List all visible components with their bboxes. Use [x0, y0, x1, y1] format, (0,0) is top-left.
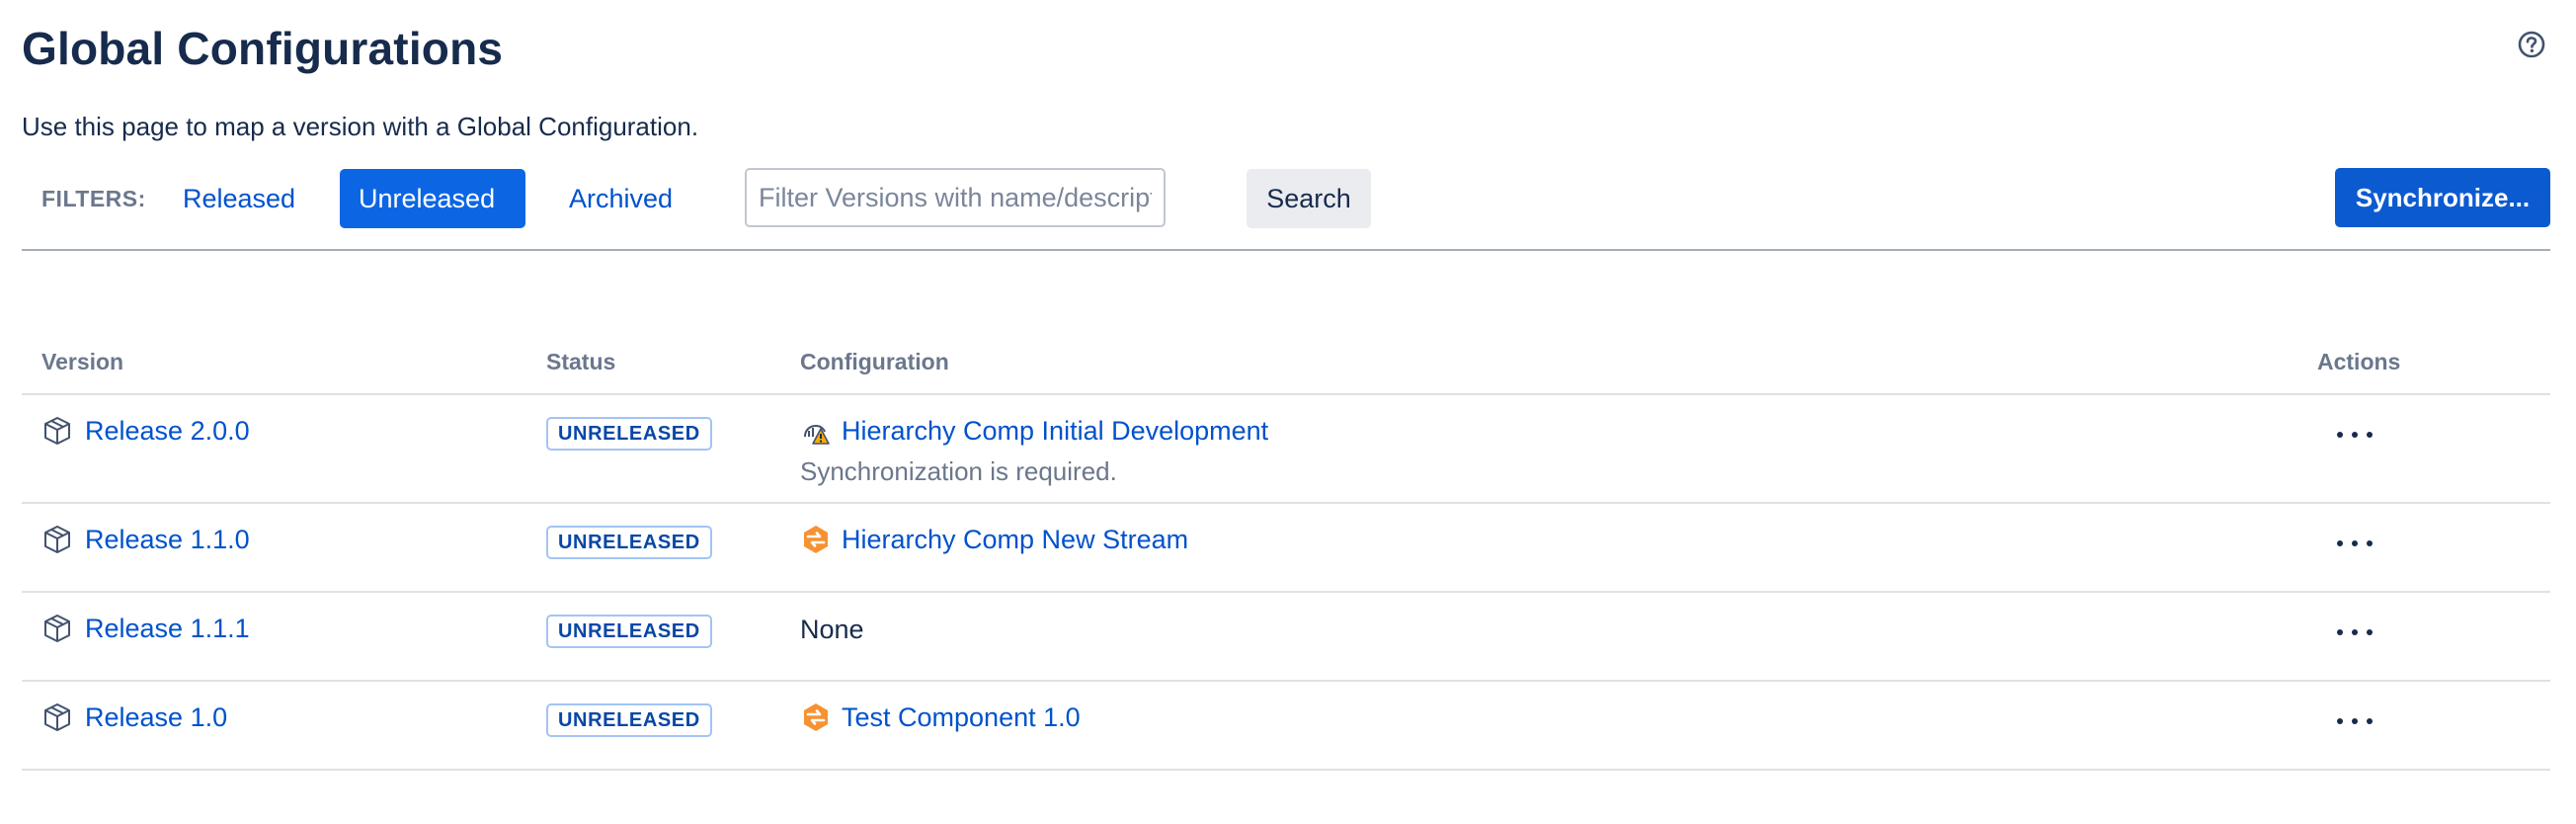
- question-circle-icon[interactable]: [2517, 30, 2546, 59]
- version-link[interactable]: Release 1.1.1: [41, 613, 250, 644]
- configuration-link[interactable]: Hierarchy Comp New Stream: [800, 524, 1188, 555]
- column-header-version[interactable]: Version: [41, 349, 123, 375]
- sync-required-note: Synchronization is required.: [800, 456, 1117, 486]
- more-icon[interactable]: [2337, 711, 2373, 731]
- status-badge: UNRELEASED: [546, 615, 712, 648]
- package-icon: [44, 526, 70, 553]
- version-link[interactable]: Release 2.0.0: [41, 415, 250, 447]
- status-badge: UNRELEASED: [546, 703, 712, 737]
- version-link[interactable]: Release 1.1.0: [41, 524, 250, 555]
- filter-versions-input[interactable]: [745, 168, 1166, 227]
- package-icon: [44, 417, 70, 445]
- filter-archived[interactable]: Archived: [547, 169, 694, 228]
- more-icon[interactable]: [2337, 534, 2373, 553]
- status-badge: UNRELEASED: [546, 417, 712, 451]
- page-description: Use this page to map a version with a Gl…: [22, 112, 699, 141]
- stream-icon: [804, 526, 828, 553]
- filter-unreleased[interactable]: Unreleased: [340, 169, 525, 228]
- configuration-link[interactable]: Hierarchy Comp Initial Development: [800, 415, 1268, 447]
- package-icon: [44, 703, 70, 731]
- more-icon[interactable]: [2337, 425, 2373, 445]
- configuration-name: Hierarchy Comp Initial Development: [842, 415, 1269, 446]
- page-title: Global Configurations: [22, 23, 504, 74]
- table-divider: [22, 680, 2550, 682]
- configuration-link[interactable]: Test Component 1.0: [800, 701, 1081, 733]
- configuration-name: Test Component 1.0: [842, 701, 1081, 732]
- version-name: Release 1.1.0: [85, 524, 250, 554]
- package-icon: [44, 615, 70, 642]
- search-button[interactable]: Search: [1247, 169, 1371, 228]
- more-icon[interactable]: [2337, 622, 2373, 642]
- global-configurations-page: Global Configurations Use this page to m…: [0, 0, 2576, 824]
- version-name: Release 1.1.1: [85, 613, 250, 643]
- filters-divider: [22, 249, 2550, 251]
- table-divider: [22, 591, 2550, 593]
- column-header-status[interactable]: Status: [546, 349, 615, 375]
- status-badge: UNRELEASED: [546, 526, 712, 559]
- column-header-actions: Actions: [2317, 349, 2401, 374]
- version-link[interactable]: Release 1.0: [41, 701, 227, 733]
- version-name: Release 2.0.0: [85, 415, 250, 446]
- table-divider: [22, 769, 2550, 771]
- column-header-configuration[interactable]: Configuration: [800, 349, 949, 375]
- table-divider: [22, 502, 2550, 504]
- filters-label: FILTERS:: [41, 186, 146, 211]
- configuration-name: Hierarchy Comp New Stream: [842, 524, 1189, 554]
- config-warning-icon: [804, 424, 830, 445]
- configuration-none: None: [800, 615, 864, 644]
- table-divider: [22, 393, 2550, 395]
- filter-released[interactable]: Released: [161, 169, 317, 228]
- stream-icon: [804, 703, 828, 731]
- version-name: Release 1.0: [85, 701, 228, 732]
- synchronize-button[interactable]: Synchronize...: [2335, 168, 2550, 227]
